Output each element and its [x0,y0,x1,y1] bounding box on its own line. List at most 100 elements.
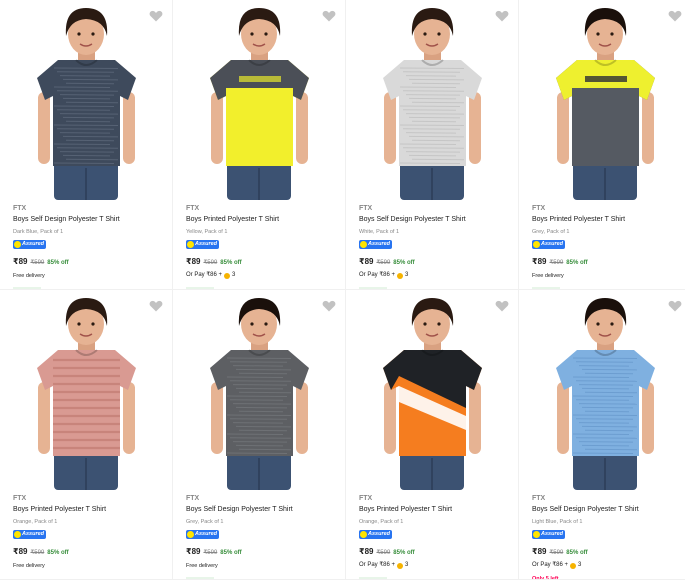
assured-tick-icon [533,531,540,538]
product-image[interactable] [533,0,678,200]
product-variant: Dark Blue, Pack of 1 [13,229,64,235]
supercoin-offer-text: Or Pay ₹86 + [186,272,222,278]
supercoin-icon [224,272,230,279]
product-variant: Orange, Pack of 1 [13,519,58,525]
heart-icon[interactable] [667,298,683,314]
heart-icon[interactable] [494,298,510,314]
product-info: FTX Boys Self Design Polyester T Shirt Whi… [359,204,512,289]
price-row: ₹89 ₹599 85% off [532,547,685,558]
product-image[interactable] [187,290,332,490]
supercoin-count: 3 [405,272,409,278]
product-image[interactable] [187,0,332,200]
product-variant: Light Blue, Pack of 1 [532,519,583,525]
product-variant: Orange, Pack of 1 [359,519,404,525]
price-row: ₹89 ₹599 85% off [359,257,512,268]
product-title[interactable]: Boys Self Design Polyester T Shirt [186,505,339,515]
hot-deal-badge: Hot Deal [186,577,215,579]
assured-tick-icon [360,531,367,538]
product-card[interactable]: FTX Boys Self Design Polyester T Shirt Lig… [519,290,685,580]
product-price: ₹89 [13,547,28,556]
assured-tick-icon [14,241,21,248]
assured-badge-icon: Assured [359,530,392,539]
product-mrp: ₹599 [549,550,564,556]
product-brand: FTX [13,495,27,502]
product-info: FTX Boys Printed Polyester T Shirt Grey, P… [532,204,685,289]
product-price: ₹89 [359,257,374,266]
supercoin-icon [397,562,403,569]
product-price: ₹89 [532,257,547,266]
assured-label: Assured [195,241,218,247]
product-image[interactable] [360,0,505,200]
price-row: ₹89 ₹599 85% off [186,547,339,558]
product-title[interactable]: Boys Printed Polyester T Shirt [532,215,685,225]
product-variant: Grey, Pack of 1 [186,519,224,525]
product-title[interactable]: Boys Self Design Polyester T Shirt [532,505,685,515]
product-image[interactable] [14,290,159,490]
assured-badge-icon: Assured [13,240,46,249]
product-title[interactable]: Boys Printed Polyester T Shirt [359,505,512,515]
assured-tick-icon [187,241,194,248]
supercoin-offer-text: Or Pay ₹86 + [359,272,395,278]
discount-label: 85% off [47,550,69,556]
product-brand: FTX [13,205,27,212]
assured-badge-icon: Assured [186,530,219,539]
product-price: ₹89 [13,257,28,266]
heart-icon[interactable] [148,8,164,24]
heart-icon[interactable] [321,8,337,24]
product-price: ₹89 [359,547,374,556]
product-card[interactable]: FTX Boys Self Design Polyester T Shirt Whi… [346,0,519,290]
supercoin-offer: Or Pay ₹86 + 3 [532,561,685,570]
supercoin-count: 3 [232,272,236,278]
product-card[interactable]: FTX Boys Printed Polyester T Shirt Grey, P… [519,0,685,290]
product-image[interactable] [14,0,159,200]
product-card[interactable]: FTX Boys Self Design Polyester T Shirt Dar… [0,0,173,290]
assured-label: Assured [22,241,45,247]
discount-label: 85% off [566,550,588,556]
stock-warning: Only 5 left [532,576,559,580]
price-row: ₹89 ₹599 85% off [359,547,512,558]
product-variant: Grey, Pack of 1 [532,229,570,235]
assured-label: Assured [368,531,391,537]
product-card[interactable]: FTX Boys Printed Polyester T Shirt Orange,… [346,290,519,580]
assured-badge-icon: Assured [532,530,565,539]
assured-tick-icon [360,241,367,248]
delivery-info: Free delivery [13,563,45,569]
product-brand: FTX [186,495,200,502]
supercoin-offer-text: Or Pay ₹86 + [532,562,568,568]
discount-label: 85% off [220,550,242,556]
discount-label: 85% off [566,260,588,266]
price-row: ₹89 ₹599 85% off [13,257,166,268]
supercoin-offer: Or Pay ₹86 + 3 [359,561,512,570]
assured-tick-icon [533,241,540,248]
product-title[interactable]: Boys Self Design Polyester T Shirt [13,215,166,225]
heart-icon[interactable] [494,8,510,24]
product-image[interactable] [360,290,505,490]
heart-icon[interactable] [321,298,337,314]
product-title[interactable]: Boys Self Design Polyester T Shirt [359,215,512,225]
heart-icon[interactable] [667,8,683,24]
product-mrp: ₹599 [376,550,391,556]
product-mrp: ₹599 [549,260,564,266]
supercoin-offer-text: Or Pay ₹86 + [359,562,395,568]
assured-label: Assured [541,241,564,247]
product-card[interactable]: FTX Boys Self Design Polyester T Shirt Gre… [173,290,346,580]
product-info: FTX Boys Self Design Polyester T Shirt Gre… [186,494,339,579]
delivery-info: Free delivery [532,273,564,279]
product-card[interactable]: FTX Boys Printed Polyester T Shirt Yellow,… [173,0,346,290]
product-price: ₹89 [532,547,547,556]
product-title[interactable]: Boys Printed Polyester T Shirt [13,505,166,515]
assured-label: Assured [22,531,45,537]
heart-icon[interactable] [148,298,164,314]
product-card[interactable]: FTX Boys Printed Polyester T Shirt Orange,… [0,290,173,580]
discount-label: 85% off [393,550,415,556]
product-grid: FTX Boys Self Design Polyester T Shirt Dar… [0,0,685,580]
assured-badge-icon: Assured [186,240,219,249]
product-image[interactable] [533,290,678,490]
supercoin-icon [397,272,403,279]
delivery-info: Free delivery [186,563,218,569]
assured-label: Assured [195,531,218,537]
supercoin-count: 3 [405,562,409,568]
product-title[interactable]: Boys Printed Polyester T Shirt [186,215,339,225]
discount-label: 85% off [47,260,69,266]
product-price: ₹89 [186,547,201,556]
